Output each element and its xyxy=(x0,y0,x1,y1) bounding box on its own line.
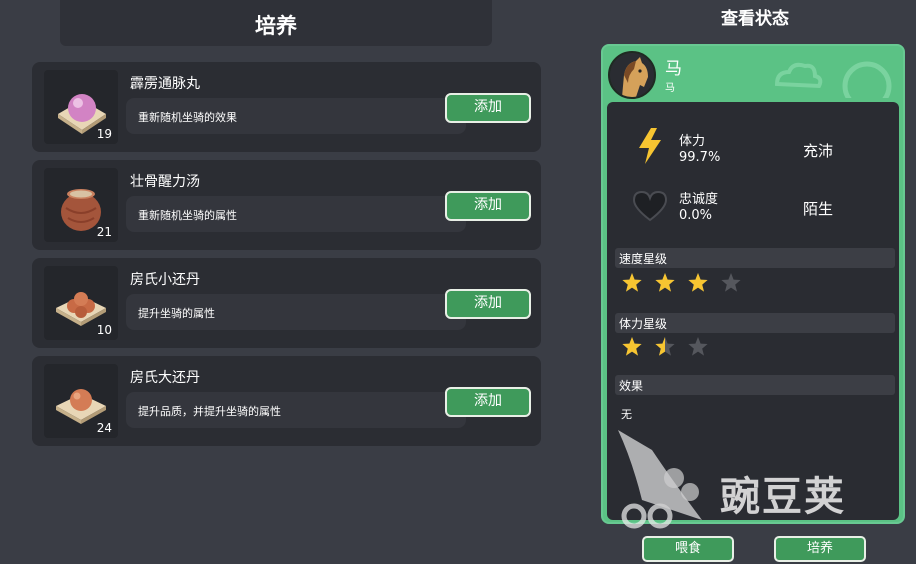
star-filled-icon xyxy=(622,273,642,292)
item-description: 重新随机坐骑的效果 xyxy=(138,111,237,124)
left-panel-header: 培养 xyxy=(60,0,492,46)
item-description-box: 重新随机坐骑的属性 xyxy=(126,196,466,232)
star-filled-icon xyxy=(688,273,708,292)
item-description-box: 提升坐骑的属性 xyxy=(126,294,466,330)
feed-button[interactable]: 喂食 xyxy=(642,536,734,562)
item-thumbnail: 10 xyxy=(44,266,118,340)
loyalty-value: 0.0% xyxy=(679,208,713,223)
item-description: 提升坐骑的属性 xyxy=(138,307,215,320)
stamina-label: 体力 xyxy=(679,134,706,149)
item-count: 24 xyxy=(96,421,112,435)
star-empty-icon xyxy=(721,273,741,292)
item-thumbnail: 24 xyxy=(44,364,118,438)
item-description: 提升品质，并提升坐骑的属性 xyxy=(138,405,281,418)
star-empty-icon xyxy=(688,337,708,356)
cloud-sun-decoration-icon xyxy=(774,61,892,98)
effect-label: 效果 xyxy=(619,379,644,393)
panel-title: 培养 xyxy=(255,14,297,38)
stamina-value: 99.7% xyxy=(679,150,721,165)
item-card: 24 房氏大还丹 提升品质，并提升坐骑的属性 添加 xyxy=(32,356,541,446)
add-button[interactable]: 添加 xyxy=(445,387,531,417)
status-panel-title: 查看状态 xyxy=(721,9,789,29)
horse-icon xyxy=(610,53,654,97)
mount-type: 马 xyxy=(665,83,675,94)
item-description-box: 重新随机坐骑的效果 xyxy=(126,98,466,134)
item-thumbnail: 21 xyxy=(44,168,118,242)
add-button[interactable]: 添加 xyxy=(445,93,531,123)
star-filled-icon xyxy=(622,337,642,356)
lightning-icon xyxy=(639,128,661,164)
heart-icon xyxy=(632,190,668,222)
add-button[interactable]: 添加 xyxy=(445,191,531,221)
item-count: 10 xyxy=(96,323,112,337)
speed-rating-header: 速度星级 xyxy=(615,248,895,268)
stamina-rating-label: 体力星级 xyxy=(619,317,668,331)
item-card: 19 霹雳通脉丸 重新随机坐骑的效果 添加 xyxy=(32,62,541,152)
item-thumbnail: 19 xyxy=(44,70,118,144)
add-button[interactable]: 添加 xyxy=(445,289,531,319)
watermark-text: 豌豆荚 xyxy=(720,474,846,520)
mount-name: 马 xyxy=(665,59,682,79)
star-filled-icon xyxy=(655,273,675,292)
item-card: 10 房氏小还丹 提升坐骑的属性 添加 xyxy=(32,258,541,348)
item-name: 壮骨醒力汤 xyxy=(130,174,200,190)
loyalty-status: 陌生 xyxy=(803,200,834,218)
item-description-box: 提升品质，并提升坐骑的属性 xyxy=(126,392,466,428)
item-count: 21 xyxy=(96,225,112,239)
stamina-rating-header: 体力星级 xyxy=(615,313,895,333)
loyalty-label: 忠诚度 xyxy=(679,192,719,207)
stamina-status: 充沛 xyxy=(803,142,834,160)
item-description: 重新随机坐骑的属性 xyxy=(138,209,237,222)
item-card: 21 壮骨醒力汤 重新随机坐骑的属性 添加 xyxy=(32,160,541,250)
item-count: 19 xyxy=(96,127,112,141)
item-name: 霹雳通脉丸 xyxy=(130,76,200,92)
item-name: 房氏大还丹 xyxy=(130,370,200,386)
train-button[interactable]: 培养 xyxy=(774,536,866,562)
star-half-icon xyxy=(655,337,675,356)
mount-avatar xyxy=(608,51,656,99)
item-name: 房氏小还丹 xyxy=(130,272,200,288)
effect-header: 效果 xyxy=(615,375,895,395)
speed-rating-label: 速度星级 xyxy=(619,252,668,266)
